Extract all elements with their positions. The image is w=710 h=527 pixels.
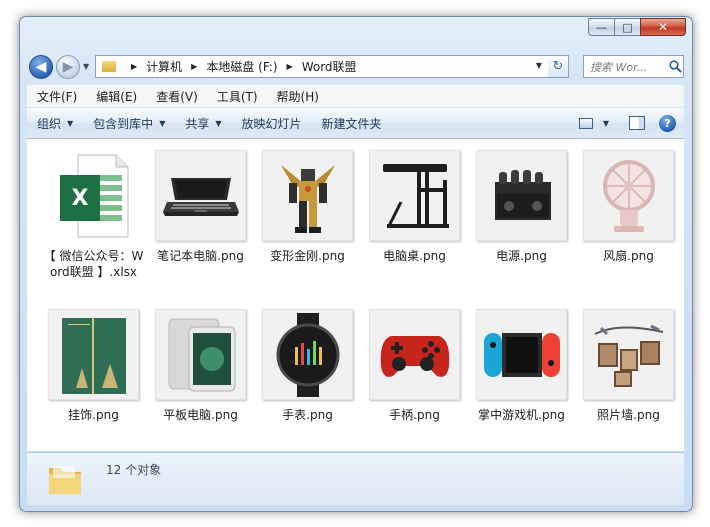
command-bar-right: ▼ ?	[578, 108, 684, 138]
address-dropdown-icon[interactable]: ▼	[536, 61, 542, 70]
file-item[interactable]: 笔记本电脑.png	[147, 150, 254, 264]
file-item[interactable]: 变形金刚.png	[254, 150, 361, 264]
change-view-icon[interactable]	[578, 117, 593, 129]
card-icon	[48, 309, 139, 400]
breadcrumb-folder[interactable]: Word联盟	[302, 58, 357, 75]
chevron-right-icon[interactable]: ▶	[131, 62, 137, 71]
recent-pages-dropdown[interactable]: ▼	[83, 62, 89, 71]
desk-icon	[369, 150, 460, 241]
watch-icon	[262, 309, 353, 400]
switch-icon	[476, 309, 567, 400]
details-pane: 12 个对象	[27, 452, 684, 505]
share-button[interactable]: 共享 ▼	[175, 115, 231, 132]
back-button[interactable]: ◀	[29, 55, 53, 79]
laptop-icon	[155, 150, 246, 241]
slideshow-button[interactable]: 放映幻灯片	[232, 115, 312, 132]
organize-button[interactable]: 组织 ▼	[27, 115, 83, 132]
file-item[interactable]: 电脑桌.png	[361, 150, 468, 264]
file-name: 手柄.png	[389, 408, 440, 422]
explorer-window: — □ ✕ ◀ ▶ ▼ ▶ 计算机 ▶ 本地磁盘 (F:) ▶ Word联盟 ▼…	[19, 16, 693, 512]
tablet-icon	[155, 309, 246, 400]
file-item[interactable]: 风扇.png	[575, 150, 682, 264]
photo-wall-icon	[583, 309, 674, 400]
close-button[interactable]: ✕	[640, 18, 686, 36]
navigation-bar: ◀ ▶ ▼ ▶ 计算机 ▶ 本地磁盘 (F:) ▶ Word联盟 ▼ ↻ 搜索 …	[28, 54, 684, 82]
file-item[interactable]: 手表.png	[254, 309, 361, 423]
maximize-button[interactable]: □	[614, 18, 640, 36]
include-in-library-button[interactable]: 包含到库中 ▼	[83, 115, 175, 132]
chevron-right-icon[interactable]: ▶	[287, 62, 293, 71]
refresh-button[interactable]: ↻	[548, 55, 569, 78]
file-name: 照片墙.png	[597, 408, 660, 422]
menu-view[interactable]: 查看(V)	[146, 88, 207, 105]
menu-tools[interactable]: 工具(T)	[207, 88, 267, 105]
amplifier-icon	[476, 150, 567, 241]
menu-bar: 文件(F) 编辑(E) 查看(V) 工具(T) 帮助(H)	[27, 85, 684, 108]
status-text: 12 个对象	[106, 463, 162, 477]
search-box[interactable]: 搜索 Wor...	[583, 55, 684, 78]
help-icon[interactable]: ?	[659, 114, 676, 132]
dropdown-arrow-icon: ▼	[67, 118, 74, 128]
fan-icon	[583, 150, 674, 241]
svg-text:X: X	[71, 186, 88, 211]
file-name: 掌中游戏机.png	[478, 408, 565, 422]
preview-pane-icon[interactable]	[629, 116, 645, 130]
search-input[interactable]: 搜索 Wor...	[590, 59, 667, 75]
file-list[interactable]: X 【 微信公众号：Word联盟 】.xlsx 笔记本电脑.png 变形金刚.p…	[27, 139, 684, 451]
file-item[interactable]: 照片墙.png	[575, 309, 682, 423]
file-item[interactable]: 掌中游戏机.png	[468, 309, 575, 423]
file-name: 【 微信公众号：Word联盟 】.xlsx	[43, 249, 144, 279]
gamepad-icon	[369, 309, 460, 400]
file-name: 平板电脑.png	[163, 408, 238, 422]
robot-icon	[262, 150, 353, 241]
file-name: 手表.png	[282, 408, 333, 422]
address-bar[interactable]: ▶ 计算机 ▶ 本地磁盘 (F:) ▶ Word联盟 ▼	[95, 55, 549, 78]
chevron-right-icon[interactable]: ▶	[191, 62, 197, 71]
folder-icon	[49, 466, 81, 494]
forward-button[interactable]: ▶	[56, 55, 80, 79]
caption-buttons: — □ ✕	[588, 18, 686, 36]
file-item[interactable]: 手柄.png	[361, 309, 468, 423]
minimize-button[interactable]: —	[588, 18, 614, 36]
menu-help[interactable]: 帮助(H)	[267, 88, 328, 105]
view-options-dropdown[interactable]: ▼	[599, 119, 613, 128]
file-item[interactable]: X 【 微信公众号：Word联盟 】.xlsx	[40, 150, 147, 280]
menu-file[interactable]: 文件(F)	[27, 88, 86, 105]
file-name: 风扇.png	[603, 249, 654, 263]
breadcrumb-drive[interactable]: 本地磁盘 (F:)	[206, 58, 277, 75]
file-item[interactable]: 平板电脑.png	[147, 309, 254, 423]
folder-icon	[102, 61, 116, 72]
dropdown-arrow-icon: ▼	[159, 118, 166, 128]
excel-icon: X	[48, 150, 139, 241]
menu-edit[interactable]: 编辑(E)	[86, 88, 146, 105]
file-item[interactable]: 挂饰.png	[40, 309, 147, 423]
file-name: 变形金刚.png	[270, 249, 345, 263]
file-name: 挂饰.png	[68, 408, 119, 422]
new-folder-button[interactable]: 新建文件夹	[312, 115, 392, 132]
dropdown-arrow-icon: ▼	[215, 118, 222, 128]
search-icon[interactable]	[667, 59, 683, 75]
command-bar: 组织 ▼ 包含到库中 ▼ 共享 ▼ 放映幻灯片 新建文件夹 ▼ ?	[27, 108, 684, 139]
file-name: 电源.png	[496, 249, 547, 263]
breadcrumb-computer[interactable]: 计算机	[146, 58, 182, 75]
file-name: 笔记本电脑.png	[157, 249, 244, 263]
file-name: 电脑桌.png	[383, 249, 446, 263]
file-item[interactable]: 电源.png	[468, 150, 575, 264]
